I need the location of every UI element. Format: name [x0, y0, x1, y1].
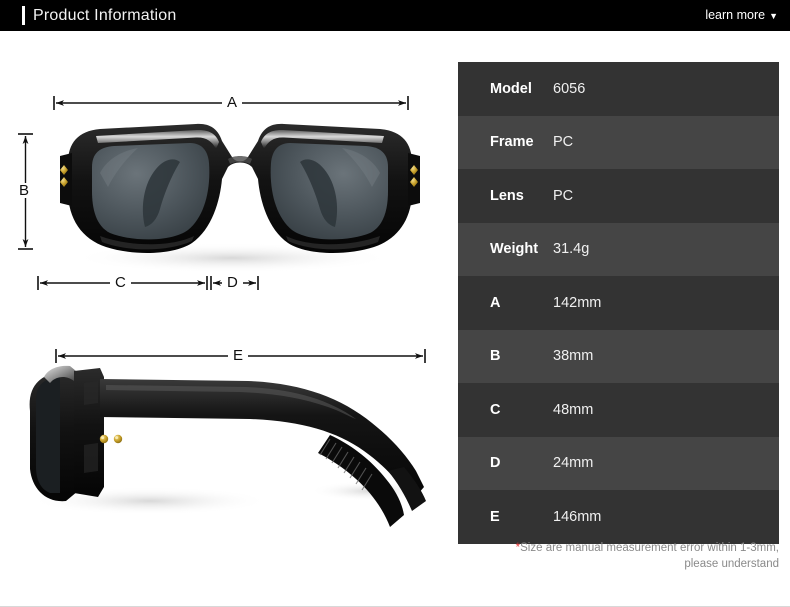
- table-row: Weight 31.4g: [458, 222, 779, 276]
- dimension-label-b: B: [14, 183, 35, 198]
- spec-value: PC: [553, 134, 574, 151]
- dimension-label-c: C: [110, 275, 131, 290]
- spec-value: 38mm: [553, 348, 594, 365]
- product-diagram-panel: A B C D E: [0, 31, 450, 606]
- spec-label: C: [490, 401, 501, 418]
- header-accent-bar: [22, 6, 25, 25]
- page-header: Product Information learn more ▼: [0, 0, 790, 31]
- spec-value: PC: [553, 187, 574, 204]
- spec-label: Lens: [490, 187, 524, 204]
- spec-value: 31.4g: [553, 241, 590, 258]
- spec-label: B: [490, 348, 501, 365]
- temple-rivets: [99, 434, 123, 444]
- table-row: Lens PC: [458, 169, 779, 223]
- dimension-label-a: A: [222, 95, 243, 110]
- sunglasses-measurement-diagram: [18, 96, 430, 527]
- spec-value: 24mm: [553, 455, 594, 472]
- disclaimer-line-1: Size are manual measurement error within…: [520, 542, 779, 554]
- chevron-down-icon: ▼: [769, 11, 778, 21]
- product-information-page: Product Information learn more ▼ A B C D…: [0, 0, 790, 607]
- spec-label: A: [490, 294, 501, 311]
- spec-value: 142mm: [553, 294, 602, 311]
- specification-table: Model 6056 Frame PC Lens PC Weight 31.4g…: [458, 62, 779, 544]
- table-row: A 142mm: [458, 276, 779, 330]
- page-title: Product Information: [33, 7, 177, 24]
- disclaimer-line-2: please understand: [684, 558, 779, 570]
- dimension-label-e: E: [228, 348, 249, 363]
- dimension-label-d: D: [222, 275, 243, 290]
- sunglasses-front-view: [60, 123, 420, 273]
- table-row: B 38mm: [458, 329, 779, 383]
- spec-value: 6056: [553, 80, 586, 97]
- table-row: C 48mm: [458, 383, 779, 437]
- spec-label: E: [490, 508, 500, 525]
- learn-more-label: learn more: [705, 8, 766, 22]
- table-row: D 24mm: [458, 436, 779, 490]
- spec-label: Weight: [490, 241, 539, 258]
- spec-value: 146mm: [553, 508, 602, 525]
- table-row: E 146mm: [458, 490, 779, 544]
- spec-label: Frame: [490, 134, 534, 151]
- spec-label: Model: [490, 80, 532, 97]
- spec-label: D: [490, 455, 501, 472]
- spec-value: 48mm: [553, 401, 594, 418]
- measurement-disclaimer: *Size are manual measurement error withi…: [458, 540, 779, 572]
- table-row: Model 6056: [458, 62, 779, 116]
- learn-more-button[interactable]: learn more ▼: [705, 0, 778, 31]
- table-row: Frame PC: [458, 115, 779, 169]
- sunglasses-side-view: [29, 365, 430, 527]
